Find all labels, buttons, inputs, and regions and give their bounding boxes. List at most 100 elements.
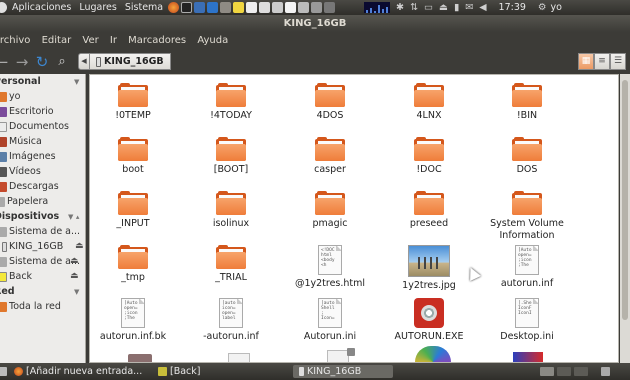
taskbar-item-firefox[interactable]: [Añadir nueva entrada... bbox=[14, 365, 142, 378]
sidebar-header-network[interactable]: Red ▼ bbox=[0, 285, 85, 299]
file-item[interactable]: boot bbox=[90, 137, 182, 176]
camera-launcher-icon[interactable] bbox=[259, 2, 271, 13]
partial-file-icon[interactable] bbox=[228, 353, 250, 362]
mail-icon[interactable]: ✉ bbox=[465, 2, 473, 13]
search-icon[interactable]: ⌕ bbox=[52, 54, 72, 69]
settings-launcher-icon[interactable] bbox=[220, 2, 232, 13]
workspace-switcher[interactable] bbox=[540, 365, 610, 378]
file-item[interactable]: !4TODAY bbox=[182, 83, 280, 122]
doc-launcher-icon[interactable] bbox=[285, 2, 297, 13]
sidebar-item-pictures[interactable]: Imágenes bbox=[0, 149, 85, 164]
file-item[interactable]: [Auto open= ;icon ;The autorun.inf bbox=[478, 245, 576, 290]
menu-ir[interactable]: Ir bbox=[110, 35, 117, 46]
sidebar-item-downloads[interactable]: Descargas bbox=[0, 179, 85, 194]
screen-launcher-icon[interactable] bbox=[272, 2, 284, 13]
icon-view-icon[interactable]: ▦ bbox=[578, 53, 594, 70]
file-item[interactable]: isolinux bbox=[182, 191, 280, 230]
terminal-launcher-icon[interactable] bbox=[181, 2, 193, 13]
sidebar-header-devices[interactable]: Dispositivos ▼ ▴ bbox=[0, 210, 85, 224]
battery-icon[interactable]: ▮ bbox=[454, 2, 459, 13]
menu-sistema[interactable]: Sistema bbox=[121, 2, 167, 13]
compact-view-icon[interactable]: ☰ bbox=[610, 53, 626, 70]
firefox-launcher-icon[interactable] bbox=[168, 2, 180, 13]
file-item[interactable]: 4LNX bbox=[380, 83, 478, 122]
file-item[interactable]: pmagic bbox=[281, 191, 379, 230]
network-icon[interactable]: ⇅ bbox=[410, 2, 418, 13]
disk-launcher-icon[interactable] bbox=[311, 2, 323, 13]
folder-launcher-icon[interactable] bbox=[246, 2, 258, 13]
sidebar-item-documents[interactable]: Documentos bbox=[0, 119, 85, 134]
file-item[interactable]: casper bbox=[281, 137, 379, 176]
sidebar-item-trash[interactable]: Papelera bbox=[0, 194, 85, 209]
window-launcher-icon[interactable] bbox=[194, 2, 206, 13]
menu-lugares[interactable]: Lugares bbox=[75, 2, 121, 13]
file-item[interactable]: DOS bbox=[478, 137, 576, 176]
sidebar-item-videos[interactable]: Vídeos bbox=[0, 164, 85, 179]
list-view-icon[interactable]: ≡ bbox=[594, 53, 610, 70]
partial-pinwheel-icon[interactable] bbox=[415, 346, 451, 362]
reload-icon[interactable]: ↻ bbox=[32, 53, 52, 71]
forward-arrow-icon[interactable]: → bbox=[12, 53, 32, 71]
sidebar-item-filesystem-2[interactable]: Sistema de a... ⏏ bbox=[0, 254, 85, 269]
partial-file-icon[interactable] bbox=[128, 354, 152, 362]
back-arrow-icon[interactable]: ← bbox=[0, 53, 12, 71]
show-desktop-button[interactable] bbox=[0, 365, 7, 378]
file-item[interactable]: 1y2tres.jpg bbox=[380, 245, 478, 292]
file-item[interactable]: [.She IconF IconI Desktop.ini bbox=[478, 298, 576, 343]
file-item[interactable]: _INPUT bbox=[90, 191, 182, 230]
file-item[interactable]: [BOOT] bbox=[182, 137, 280, 176]
partial-file-icon[interactable] bbox=[513, 352, 543, 362]
menu-marcadores[interactable]: Marcadores bbox=[128, 35, 186, 46]
eject-icon[interactable]: ⏏ bbox=[70, 254, 79, 269]
file-item[interactable]: [auto Shell ; Icon= Autorun.ini bbox=[281, 298, 379, 343]
edit-launcher-icon[interactable] bbox=[233, 2, 245, 13]
file-item[interactable]: 4DOS bbox=[281, 83, 379, 122]
sidebar-item-network[interactable]: Toda la red bbox=[0, 299, 85, 314]
sidebar-item-music[interactable]: Música bbox=[0, 134, 85, 149]
keyboard-icon[interactable]: ▭ bbox=[424, 2, 433, 13]
usb-launcher-icon[interactable] bbox=[298, 2, 310, 13]
eject-icon[interactable]: ⏏ bbox=[75, 239, 84, 254]
scrollbar-thumb[interactable] bbox=[622, 80, 628, 320]
taskbar-item-king16gb[interactable]: KING_16GB bbox=[293, 365, 393, 378]
eject-tray-icon[interactable]: ⏏ bbox=[439, 2, 448, 13]
file-item[interactable]: !BIN bbox=[478, 83, 576, 122]
sidebar-header-personal[interactable]: Personal ▼ bbox=[0, 75, 85, 89]
sidebar-item-home[interactable]: yo bbox=[0, 89, 85, 104]
file-item[interactable]: !0TEMP bbox=[90, 83, 182, 122]
collapse-triangle-icon[interactable]: ▼ bbox=[74, 75, 79, 89]
clock[interactable]: 17:39 bbox=[499, 2, 526, 13]
user-name[interactable]: yo bbox=[546, 2, 565, 13]
file-item[interactable]: !DOC bbox=[380, 137, 478, 176]
menu-archivo[interactable]: Archivo bbox=[0, 35, 30, 46]
file-item[interactable]: _TRIAL bbox=[182, 245, 280, 284]
sidebar-item-filesystem[interactable]: Sistema de a... bbox=[0, 224, 85, 239]
user-icon[interactable]: ⚙ bbox=[538, 2, 547, 13]
ubuntu-logo-icon[interactable] bbox=[0, 2, 7, 13]
eject-icon[interactable]: ⏏ bbox=[70, 269, 79, 284]
sidebar-item-desktop[interactable]: Escritorio bbox=[0, 104, 85, 119]
file-view[interactable]: !0TEMP !4TODAY 4DOS 4LNX !BIN boot [BOOT] caspe… bbox=[89, 74, 619, 363]
volume-icon[interactable]: ◀ bbox=[479, 2, 486, 13]
file-item[interactable]: _tmp bbox=[90, 245, 182, 284]
breadcrumb-current[interactable]: KING_16GB bbox=[90, 53, 171, 70]
breadcrumb-left-arrow-icon[interactable]: ◀ bbox=[78, 53, 90, 70]
menu-aplicaciones[interactable]: Aplicaciones bbox=[8, 2, 75, 13]
tools-launcher-icon[interactable] bbox=[324, 2, 336, 13]
window-titlebar[interactable]: KING_16GB bbox=[0, 15, 630, 32]
file-item[interactable]: System Volume Information bbox=[478, 191, 576, 242]
file-item[interactable]: preseed bbox=[380, 191, 478, 230]
system-monitor-graph[interactable] bbox=[364, 2, 391, 13]
file-item[interactable]: AUTORUN.EXE bbox=[380, 298, 478, 343]
menu-editar[interactable]: Editar bbox=[42, 35, 72, 46]
partial-file-icon[interactable] bbox=[327, 350, 349, 362]
bluetooth-icon[interactable]: ✱ bbox=[396, 2, 404, 13]
help-launcher-icon[interactable] bbox=[207, 2, 219, 13]
file-item[interactable]: <!DOC html <body <h @1y2tres.html bbox=[281, 245, 379, 290]
file-item[interactable]: [auto icon= open= label -autorun.inf bbox=[182, 298, 280, 343]
sidebar-item-king16gb[interactable]: KING_16GB ⏏ bbox=[2, 239, 85, 254]
taskbar-item-back[interactable]: [Back] bbox=[158, 365, 200, 378]
menu-ayuda[interactable]: Ayuda bbox=[197, 35, 228, 46]
collapse-triangle-icon[interactable]: ▼ ▴ bbox=[68, 210, 79, 224]
vertical-scrollbar[interactable] bbox=[620, 74, 630, 363]
